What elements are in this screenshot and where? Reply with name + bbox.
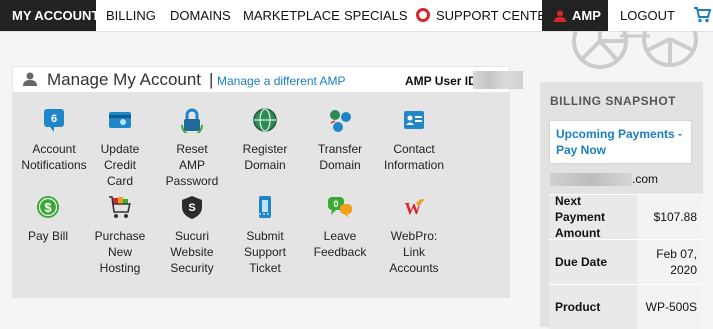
billing-row: Due Date Feb 07, 2020	[549, 239, 703, 284]
svg-text:$: $	[44, 200, 52, 215]
billing-row-value: Feb 07, 2020	[637, 240, 703, 284]
billing-row-key: Product	[549, 285, 637, 329]
dollar-icon: $	[37, 196, 59, 218]
manage-account-header: Manage My Account | Manage a different A…	[12, 66, 523, 93]
tile-label: Card	[106, 174, 133, 188]
top-navigation: MY ACCOUNT BILLING DOMAINS MARKETPLACE S…	[0, 0, 713, 32]
tile-label: Sucuri	[174, 229, 209, 243]
account-actions-grid: 6 Account Notifications Update Credit Ca…	[12, 93, 510, 298]
gears-decoration	[572, 31, 698, 69]
tile-label: WebPro:	[390, 229, 438, 243]
nav-billing[interactable]: BILLING	[106, 0, 156, 31]
nav-logout[interactable]: LOGOUT	[620, 0, 675, 31]
title-separator: |	[209, 70, 214, 89]
svg-text:0: 0	[333, 199, 338, 209]
user-icon	[554, 10, 566, 22]
ticket-icon	[259, 196, 271, 218]
tile-label: Pay Bill	[27, 229, 68, 243]
nav-support-center[interactable]: SUPPORT CENTER	[416, 0, 555, 31]
tile-label: Register	[242, 142, 288, 156]
tile-purchase-new-hosting[interactable]: Purchase New Hosting	[83, 194, 157, 276]
nav-specials[interactable]: SPECIALS	[344, 0, 408, 31]
tile-leave-feedback[interactable]: 0 Leave Feedback	[303, 194, 377, 260]
tile-label: Notifications	[21, 158, 87, 172]
domain-tld: .com	[632, 172, 659, 186]
billing-row: Next Payment Amount $107.88	[549, 194, 703, 240]
tile-label: Hosting	[99, 261, 141, 275]
billing-row-key: Next Payment Amount	[549, 194, 637, 240]
tile-contact-information[interactable]: Contact Information	[377, 107, 451, 173]
manage-different-amp-link[interactable]: Manage a different AMP	[217, 74, 346, 88]
tile-label: Submit	[246, 229, 284, 243]
tile-label: Accounts	[389, 261, 439, 275]
domain-name-redacted	[550, 173, 632, 186]
billing-row: Product WP-500S	[549, 284, 703, 329]
tile-label: Update	[100, 142, 140, 156]
globe-icon	[253, 108, 277, 132]
billing-snapshot-title: BILLING SNAPSHOT	[550, 94, 677, 108]
nav-my-account[interactable]: MY ACCOUNT	[0, 0, 99, 31]
upcoming-payments-link[interactable]: Upcoming Payments - Pay Now	[549, 120, 692, 164]
nav-marketplace[interactable]: MARKETPLACE	[243, 0, 340, 31]
tile-sucuri-website-security[interactable]: S Sucuri Website Security	[155, 194, 229, 276]
tile-label: Password	[165, 174, 219, 188]
webpro-icon: W	[405, 199, 425, 218]
svg-text:S: S	[188, 202, 195, 214]
billing-snapshot-panel: BILLING SNAPSHOT Upcoming Payments - Pay…	[540, 82, 703, 329]
tile-reset-amp-password[interactable]: Reset AMP Password	[155, 107, 229, 189]
tile-label: Ticket	[249, 261, 281, 275]
tile-label: Link	[402, 245, 425, 259]
tile-label: Account	[32, 142, 76, 156]
credit-card-icon	[109, 112, 131, 128]
tile-register-domain[interactable]: Register Domain	[228, 107, 302, 173]
tile-label: Credit	[103, 158, 136, 172]
bell-badge-icon: 6	[44, 109, 64, 132]
amp-user-id-redacted	[473, 71, 523, 89]
tile-label: Information	[383, 158, 445, 172]
transfer-globes-icon	[330, 110, 351, 132]
tile-transfer-domain[interactable]: Transfer Domain	[303, 107, 377, 173]
tile-update-credit-card[interactable]: Update Credit Card	[83, 107, 157, 189]
nav-amp-label: AMP	[572, 8, 601, 23]
nav-amp[interactable]: AMP	[542, 0, 608, 31]
tile-webpro-link-accounts[interactable]: W WebPro: Link Accounts	[377, 194, 451, 276]
notification-badge-count: 6	[51, 113, 57, 125]
tile-label: Contact	[393, 142, 435, 156]
tile-label: Transfer	[317, 142, 363, 156]
tile-label: Website	[170, 245, 214, 259]
lifebuoy-icon	[416, 8, 430, 22]
tile-label: Feedback	[313, 245, 367, 259]
tile-label: Reset	[176, 142, 208, 156]
tile-label: Leave	[323, 229, 357, 243]
sucuri-shield-icon: S	[182, 196, 202, 219]
nav-support-center-label: SUPPORT CENTER	[436, 8, 556, 23]
contact-card-icon	[404, 111, 424, 129]
page-title: Manage My Account	[47, 70, 202, 89]
shopping-cart-icon	[109, 196, 131, 218]
billing-row-value: $107.88	[637, 195, 703, 239]
tile-label: Security	[170, 261, 214, 275]
billing-row-key: Due Date	[549, 240, 637, 284]
feedback-bubbles-icon: 0	[328, 197, 352, 218]
tile-account-notifications[interactable]: 6 Account Notifications	[17, 107, 91, 173]
tile-label: Purchase	[94, 229, 146, 243]
tile-label: Domain	[319, 158, 361, 172]
nav-domains[interactable]: DOMAINS	[170, 0, 231, 31]
tile-label: Domain	[244, 158, 286, 172]
billing-row-value: WP-500S	[637, 285, 703, 329]
billing-table: Next Payment Amount $107.88 Due Date Feb…	[549, 194, 703, 329]
tile-label: AMP	[178, 158, 205, 172]
tile-pay-bill[interactable]: $ Pay Bill	[11, 194, 85, 244]
cart-icon[interactable]	[694, 7, 711, 23]
tile-label: New	[107, 245, 132, 259]
tile-submit-support-ticket[interactable]: Submit Support Ticket	[228, 194, 302, 276]
lock-icon	[181, 108, 203, 136]
amp-user-id-label: AMP User ID:	[405, 74, 481, 88]
person-icon	[23, 72, 37, 86]
tile-label: Support	[243, 245, 287, 259]
